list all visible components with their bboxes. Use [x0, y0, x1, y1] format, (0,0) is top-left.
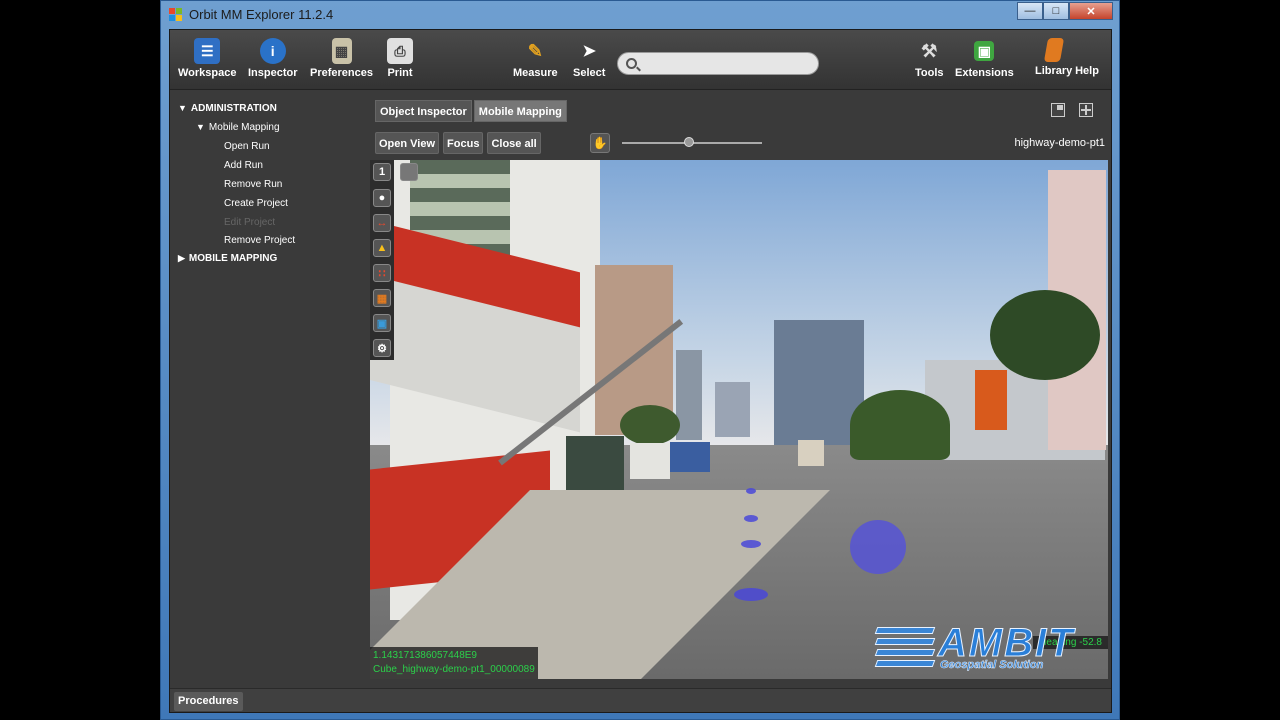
- building-far-2: [715, 382, 750, 437]
- workspace-button[interactable]: ☰ Workspace: [178, 38, 237, 79]
- pan-hand-icon[interactable]: ✋: [590, 133, 610, 153]
- inspector-button[interactable]: i Inspector: [248, 38, 298, 79]
- globe-icon[interactable]: ●: [373, 189, 391, 207]
- print-button[interactable]: ⎙ Print: [387, 38, 413, 79]
- preferences-button[interactable]: ▦ Preferences: [310, 38, 373, 79]
- tools-button[interactable]: ⚒ Tools: [915, 38, 944, 80]
- tree-mobile-mapping-sub[interactable]: ▼ Mobile Mapping: [196, 122, 280, 133]
- truck-white: [630, 443, 670, 479]
- measure-distance-icon[interactable]: ↔: [373, 214, 391, 232]
- help-button[interactable]: Help: [1075, 38, 1099, 77]
- coordinate-readout: 1.143171386057448E9 Cube_highway-demo-pt…: [370, 647, 538, 679]
- tree-item-edit-project: Edit Project: [224, 217, 276, 228]
- screen-icon[interactable]: ▣: [373, 314, 391, 332]
- library-icon: [1043, 38, 1064, 62]
- extensions-icon: ▣: [974, 41, 995, 61]
- window-title: Orbit MM Explorer 11.2.4: [189, 7, 334, 22]
- search-icon: [626, 58, 637, 69]
- close-all-button[interactable]: Close all: [487, 132, 541, 154]
- cursor-icon: ➤: [582, 43, 596, 60]
- tree-item-create-project[interactable]: Create Project: [224, 198, 288, 209]
- grid-icon[interactable]: ∷: [373, 264, 391, 282]
- truck-dark: [566, 436, 624, 496]
- caret-right-icon: ▶: [178, 253, 185, 263]
- app-window: Orbit MM Explorer 11.2.4 — □ ✕ ☰ Workspa…: [160, 0, 1120, 720]
- preferences-icon: ▦: [331, 38, 352, 64]
- select-button[interactable]: ➤ Select: [573, 38, 605, 79]
- tree-administration[interactable]: ▼ ADMINISTRATION: [178, 103, 277, 114]
- search-box: [617, 52, 819, 75]
- search-input[interactable]: [644, 56, 812, 72]
- open-view-button[interactable]: Open View: [375, 132, 440, 154]
- track-marker[interactable]: [741, 540, 761, 548]
- caret-down-icon: ▼: [178, 103, 187, 113]
- printer-icon: ⎙: [387, 38, 413, 64]
- sidebar: ▼ ADMINISTRATION ▼ Mobile Mapping Open Run…: [174, 98, 368, 682]
- focus-button[interactable]: Focus: [443, 132, 484, 154]
- trees: [850, 390, 950, 460]
- main-toolbar: ☰ Workspace i Inspector ▦ Preferences ⎙ …: [170, 30, 1111, 90]
- grid-view-layout-icon[interactable]: [1079, 103, 1093, 117]
- zoom-slider-thumb[interactable]: [684, 137, 695, 147]
- ruler-icon: ✎: [527, 40, 543, 61]
- help-icon: [1075, 38, 1099, 62]
- app-body: ☰ Workspace i Inspector ▦ Preferences ⎙ …: [169, 29, 1112, 713]
- navigation-cursor[interactable]: [850, 520, 906, 574]
- tab-mobile-mapping[interactable]: Mobile Mapping: [473, 100, 567, 122]
- title-bar[interactable]: Orbit MM Explorer 11.2.4 — □ ✕: [161, 1, 1119, 29]
- tree-mobile-mapping[interactable]: ▶ MOBILE MAPPING: [178, 253, 277, 264]
- panel-tabs: Object Inspector Mobile Mapping: [375, 100, 567, 122]
- library-button[interactable]: Library: [1035, 38, 1072, 77]
- ambit-logo: AMBIT Geospatial Solution: [874, 621, 1102, 675]
- ambit-stripes-icon: [874, 627, 936, 673]
- tree-item-remove-run[interactable]: Remove Run: [224, 179, 282, 190]
- maximize-button[interactable]: □: [1043, 2, 1069, 20]
- workspace-icon: ☰: [194, 38, 221, 64]
- tools-icon: ⚒: [921, 40, 938, 61]
- street-view-viewport[interactable]: 1 ● ↔ ▲ ∷ ▦ ▣ ⚙ 1.143171386057448E9 Cube…: [370, 160, 1108, 679]
- track-marker[interactable]: [744, 515, 758, 522]
- track-marker[interactable]: [734, 588, 768, 601]
- procedures-tab[interactable]: Procedures: [174, 692, 243, 711]
- tree-item-remove-project[interactable]: Remove Project: [224, 235, 295, 246]
- view-1-button[interactable]: 1: [373, 163, 391, 181]
- track-marker[interactable]: [746, 488, 756, 494]
- truck-road: [798, 440, 824, 466]
- bottom-bar: Procedures: [170, 688, 1111, 712]
- minimize-button[interactable]: —: [1017, 2, 1043, 20]
- extensions-button[interactable]: ▣ Extensions: [955, 38, 1014, 79]
- caret-down-icon: ▼: [196, 122, 205, 132]
- viewport-toolbar: 1 ● ↔ ▲ ∷ ▦ ▣ ⚙: [370, 160, 418, 360]
- measure-button[interactable]: ✎ Measure: [513, 38, 558, 80]
- palm-tree: [990, 290, 1100, 380]
- tree-item-open-run[interactable]: Open Run: [224, 141, 270, 152]
- trees-left: [620, 405, 680, 445]
- close-button[interactable]: ✕: [1069, 2, 1113, 20]
- truck-blue: [670, 442, 710, 472]
- settings-gear-icon[interactable]: ⚙: [373, 339, 391, 357]
- layers-icon[interactable]: ▦: [373, 289, 391, 307]
- windows-logo-icon: [169, 8, 183, 22]
- single-view-layout-icon[interactable]: [1051, 103, 1065, 117]
- zoom-slider[interactable]: [622, 137, 762, 147]
- orange-panel: [975, 370, 1007, 430]
- tree-item-add-run[interactable]: Add Run: [224, 160, 263, 171]
- view-name: highway-demo-pt1: [1014, 137, 1106, 149]
- tab-object-inspector[interactable]: Object Inspector: [375, 100, 472, 122]
- square-view-icon[interactable]: [400, 163, 418, 181]
- info-icon: i: [259, 38, 286, 64]
- image-icon[interactable]: ▲: [373, 239, 391, 257]
